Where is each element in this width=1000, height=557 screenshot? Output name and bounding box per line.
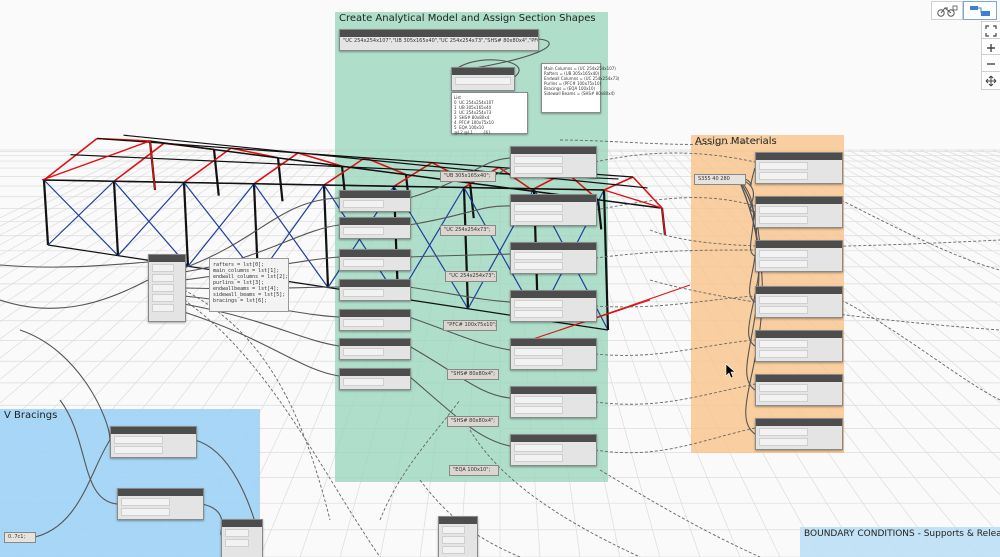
minus-icon [987,62,995,65]
list-watch-node[interactable]: List 0 UC 254x254x107 1 UB 305x165x40 2 … [451,92,528,135]
background-preview-icon [937,5,958,17]
dashed-wire [594,383,756,405]
view-3d-toggle[interactable] [931,1,963,20]
wire [0,279,149,309]
graph-node[interactable] [755,330,843,362]
wire [737,177,758,303]
graph-node[interactable] [117,488,204,520]
wire [201,503,223,536]
graph-node[interactable] [339,309,411,331]
dashed-wire [594,197,756,211]
wire [0,261,149,268]
section-label-pfc[interactable]: "PFC# 100x75x10"; [443,320,497,331]
wire [29,439,111,539]
graph-node[interactable] [510,194,597,226]
graph-node[interactable] [339,279,411,301]
section-label-shs-a[interactable]: "SHS# 80x80x4"; [447,369,499,380]
section-label-uc-b[interactable]: "UC 254x254x73"; [445,271,497,282]
section-label-eqa[interactable]: "EQA 100x10"; [449,465,499,476]
section-label-uc-a[interactable]: "UC 254x254x73"; [440,225,496,236]
dashed-wire [840,299,1000,401]
graph-node[interactable] [755,374,843,406]
bracing-value-node[interactable]: 0..7c1; [4,532,36,543]
graph-node[interactable] [339,338,411,360]
graph-node[interactable] [755,196,843,228]
wire [183,311,340,377]
graph-node[interactable] [339,249,411,271]
graph-node[interactable] [755,152,843,184]
graph-node[interactable] [755,418,843,450]
graph-node[interactable] [148,254,186,322]
graph-node[interactable] [110,426,197,458]
graph-node[interactable] [510,434,597,466]
dashed-wire [599,469,761,557]
graph-node[interactable] [510,386,597,418]
graph-node[interactable] [438,516,478,557]
graph-node[interactable] [510,146,597,178]
pan-arrows-icon [985,75,997,86]
graph-node[interactable] [510,338,597,370]
dashed-wire [594,152,756,163]
wire [19,329,111,441]
wire [408,205,511,226]
fit-view-icon [985,25,997,37]
list-watch-text: List 0 UC 254x254x107 1 UB 305x165x40 2 … [454,95,494,135]
graph-node[interactable] [755,286,843,318]
graph-node[interactable] [510,290,597,322]
wire [408,253,511,258]
dashed-wire [840,199,1000,271]
graph-node[interactable] [339,217,411,239]
graph-node[interactable] [755,240,843,272]
graph-canvas[interactable]: Create Analytical Model and Assign Secti… [0,0,1000,557]
watch-node[interactable]: Main Columns = (UC 254x254x107) Rafters … [541,63,619,113]
graph-node[interactable] [339,190,411,212]
graph-node[interactable] [339,368,411,390]
plus-icon [987,43,995,52]
graph-node[interactable] [510,242,597,274]
dashed-wire [594,427,756,454]
wire [408,375,511,447]
graph-view-icon [970,5,990,16]
pan-button[interactable] [981,71,1000,90]
section-label-ub[interactable]: "UB 305x165x40"; [440,171,496,182]
sections-string-node[interactable]: "UC 254x254x107","UB 305x165x40","UC 254… [339,29,539,51]
dashed-wire [559,139,761,145]
dashed-wire [183,289,331,521]
dashed-wire [594,339,756,356]
watch-text: Main Columns = (UC 254x254x107) Rafters … [544,66,620,96]
view-graph-toggle[interactable] [963,1,997,20]
section-label-shs-b[interactable]: "SHS# 80x80x4"; [447,416,499,427]
split-node[interactable] [451,67,515,91]
wire [59,399,118,505]
sections-string-value: "UC 254x254x107","UB 305x165x40","UC 254… [343,38,538,44]
dashed-wire [594,295,756,308]
wire [408,286,511,303]
graph-node[interactable] [221,519,263,557]
code-block-node[interactable]: rafters = lst[0]; main_columns = lst[1];… [209,258,289,312]
material-string-node[interactable]: S355 40 280 [694,174,746,185]
dashed-wire [594,249,756,259]
